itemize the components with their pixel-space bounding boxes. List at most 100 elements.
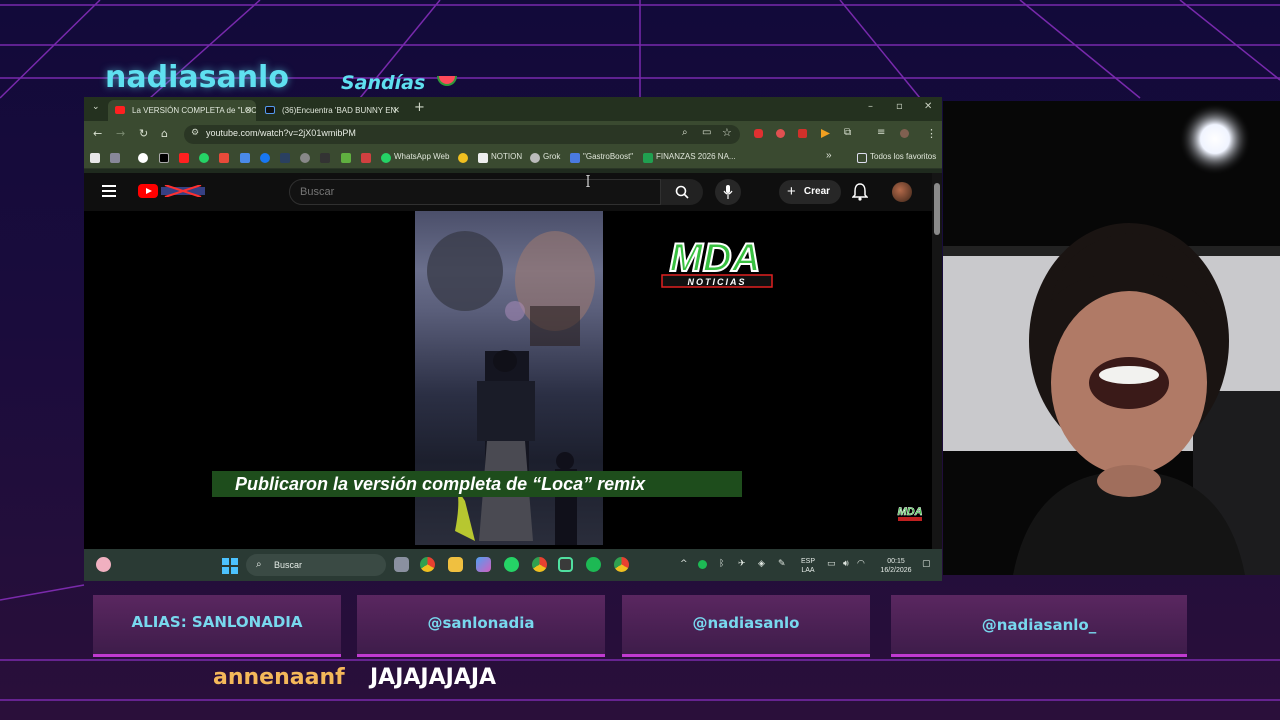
more-bookmarks-icon[interactable]: » — [826, 150, 832, 161]
cast-icon[interactable]: ▭ — [702, 127, 711, 138]
voice-search-button[interactable] — [715, 179, 741, 205]
bookmark-star-icon[interactable]: ☆ — [722, 126, 732, 139]
avatar[interactable] — [892, 182, 912, 202]
new-tab-button[interactable]: + — [414, 100, 425, 115]
search-button[interactable] — [661, 179, 703, 205]
gmail-icon[interactable] — [219, 153, 229, 163]
stream-title: nadiasanlo — [105, 60, 289, 95]
tray-app-icon[interactable]: ◈ — [758, 559, 765, 569]
whatsapp-icon[interactable] — [199, 153, 209, 163]
app-icon[interactable] — [558, 557, 573, 572]
bookmark-icon[interactable] — [361, 153, 371, 163]
steam-icon[interactable] — [280, 153, 290, 163]
mda-corner-text: MDA — [897, 506, 922, 518]
profile-avatar[interactable] — [900, 129, 909, 138]
play-extension-icon[interactable] — [821, 129, 830, 138]
bluetooth-icon[interactable]: ᛒ — [719, 559, 724, 569]
weather-icon[interactable] — [96, 557, 111, 572]
chrome-profile-icon[interactable] — [532, 557, 547, 572]
webcam-image — [943, 101, 1280, 575]
whatsapp-icon[interactable] — [504, 557, 519, 572]
calendar-icon[interactable] — [240, 153, 250, 163]
document-icon — [570, 153, 580, 163]
folder-icon — [857, 153, 867, 163]
bookmark-gastroboost[interactable]: "GastroBoost" — [583, 152, 633, 161]
video-player[interactable]: MDA NOTICIAS Publicaron la versión compl… — [84, 211, 932, 549]
video-caption: Publicaron la versión completa de “Loca”… — [212, 471, 742, 497]
whatsapp-icon — [381, 153, 391, 163]
search-input[interactable] — [289, 179, 661, 205]
youtube-doodle-icon[interactable] — [161, 185, 205, 197]
facebook-icon[interactable] — [260, 153, 270, 163]
tab-label: La VERSIÓN COMPLETA de "LOC — [132, 106, 256, 115]
bookmark-notion[interactable]: NOTION — [491, 152, 522, 161]
wifi-icon[interactable]: ◠ — [857, 559, 865, 569]
language-layout: LAA — [801, 567, 815, 574]
youtube-logo[interactable] — [138, 184, 158, 198]
reload-button[interactable]: ↻ — [139, 127, 148, 140]
back-button[interactable]: ← — [93, 127, 102, 140]
youtube-icon[interactable] — [179, 153, 189, 163]
close-icon[interactable]: ✕ — [244, 100, 252, 121]
tab-youtube[interactable]: La VERSIÓN COMPLETA de "LOC ✕ — [108, 100, 256, 121]
home-icon[interactable]: ⌂ — [161, 127, 168, 140]
create-button[interactable]: + Crear — [779, 180, 841, 204]
tray-app-icon[interactable]: ✎ — [778, 559, 786, 569]
extensions-puzzle-icon[interactable]: ⧉ — [844, 127, 851, 138]
notifications-icon[interactable]: ▢ — [922, 559, 931, 569]
chrome-icon[interactable] — [420, 557, 435, 572]
address-bar[interactable]: ⚙ youtube.com/watch?v=2jX01wmibPM ⌕ ▭ ☆ — [184, 125, 740, 144]
close-window-button[interactable]: ✕ — [924, 101, 932, 112]
bookmark-icon[interactable] — [320, 153, 330, 163]
bookmark-icon[interactable] — [341, 153, 351, 163]
youtube-icon — [115, 106, 125, 114]
site-info-icon[interactable]: ⚙ — [191, 128, 199, 138]
clock-time: 00:15 — [887, 558, 905, 565]
extension-icon[interactable] — [776, 129, 785, 138]
bookmark-all-favorites[interactable]: Todos los favoritos — [870, 152, 936, 161]
language-indicator[interactable]: ESP LAA — [796, 557, 820, 575]
mda-corner-logo: MDA — [897, 506, 923, 521]
pdf-icon[interactable] — [798, 129, 807, 138]
close-icon[interactable]: ✕ — [392, 100, 400, 121]
notifications-bell-icon[interactable] — [852, 183, 868, 201]
bookmark-icon[interactable] — [90, 153, 100, 163]
bookmark-grok[interactable]: Grok — [543, 152, 560, 161]
clock[interactable]: 00:15 16/2/2026 — [876, 557, 916, 575]
zoom-icon[interactable]: ⌕ — [682, 127, 688, 138]
windows-start-icon[interactable] — [222, 558, 238, 574]
file-explorer-icon[interactable] — [448, 557, 463, 572]
tab-search-icon[interactable]: ⌄ — [92, 102, 100, 112]
more-menu-icon[interactable]: ⋮ — [926, 127, 937, 140]
x-icon[interactable] — [159, 153, 169, 163]
menu-icon[interactable] — [102, 185, 116, 197]
tray-app-icon[interactable]: ✈ — [738, 559, 746, 569]
taskbar-search[interactable]: ⌕ Buscar — [246, 554, 386, 576]
language-code: ESP — [800, 558, 815, 565]
threads-icon[interactable] — [300, 153, 310, 163]
create-label: Crear — [803, 186, 831, 197]
forward-button[interactable]: → — [116, 127, 125, 140]
spotify-tray-icon[interactable] — [698, 560, 707, 569]
scrollbar-thumb[interactable] — [934, 183, 940, 235]
copilot-icon[interactable] — [476, 557, 491, 572]
display-icon[interactable]: ▭ — [827, 559, 836, 569]
minimize-button[interactable]: – — [868, 101, 873, 112]
social-alias-box: ALIAS: SANLONADIA — [93, 595, 341, 657]
google-icon[interactable] — [138, 153, 148, 163]
bookmark-icon[interactable] — [458, 153, 468, 163]
task-view-icon[interactable] — [394, 557, 409, 572]
chrome-profile-icon[interactable] — [614, 557, 629, 572]
adblock-icon[interactable] — [754, 129, 763, 138]
mda-noticias-logo: MDA NOTICIAS — [661, 235, 773, 288]
bookmark-whatsapp[interactable]: WhatsApp Web — [394, 152, 449, 161]
media-controls-icon[interactable]: ≡ — [877, 127, 885, 138]
apps-grid-icon[interactable] — [110, 153, 120, 163]
show-hidden-icons[interactable]: ^ — [680, 559, 688, 569]
bookmark-finanzas[interactable]: FINANZAS 2026 NA... — [656, 152, 736, 161]
spotify-icon[interactable] — [586, 557, 601, 572]
youtube-page: + Crear — [84, 173, 942, 549]
volume-icon[interactable]: 🔊︎ — [843, 559, 849, 569]
maximize-button[interactable]: ▫ — [896, 101, 903, 112]
tab-tiktok[interactable]: (36)Encuentra 'BAD BUNNY EN ✕ — [258, 100, 404, 121]
